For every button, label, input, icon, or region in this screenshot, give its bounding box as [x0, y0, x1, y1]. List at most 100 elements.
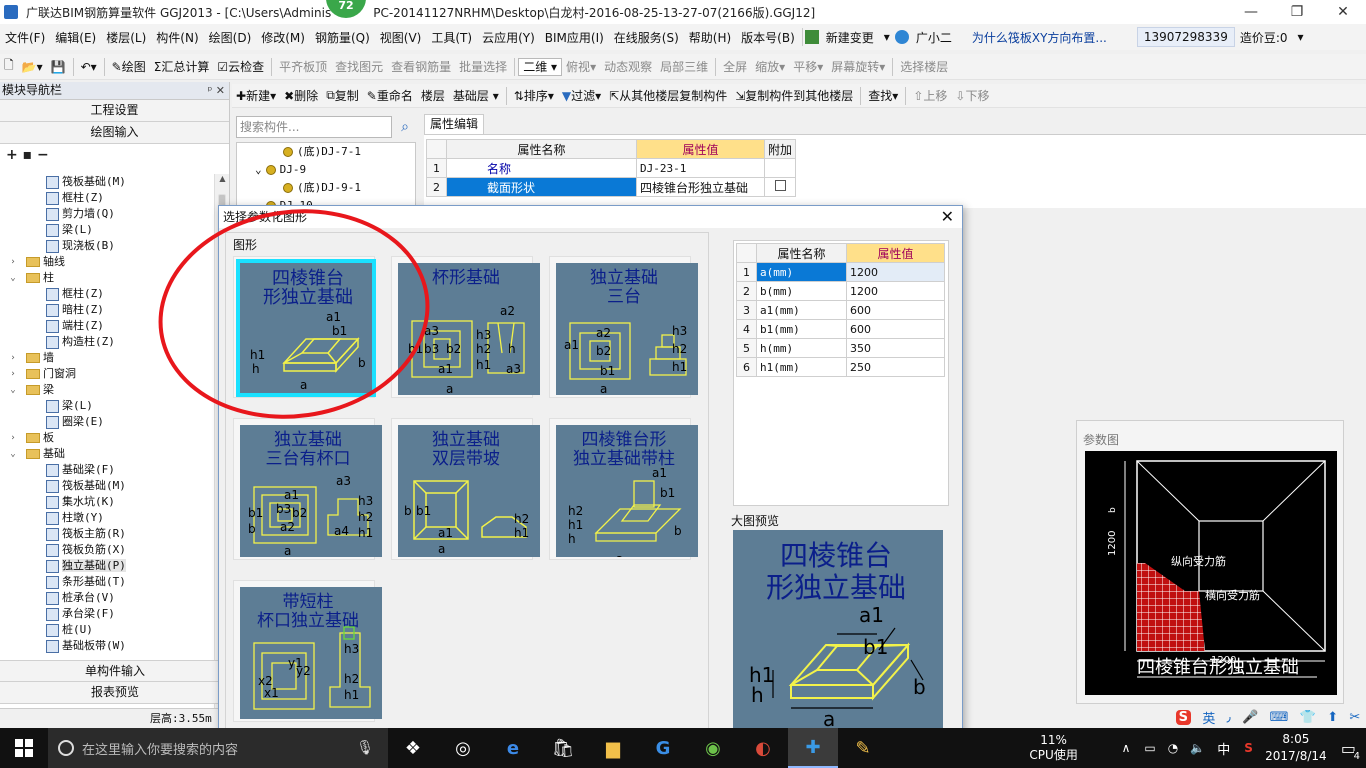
rename-button[interactable]: ✎ 重命名	[363, 87, 417, 104]
tree-item[interactable]: 筏板基础(M)	[0, 174, 214, 190]
ime-lang-icon[interactable]: 英	[1202, 708, 1215, 727]
menu-tools[interactable]: 工具(T)	[426, 29, 477, 46]
notification-center-button[interactable]: ▭ 4	[1341, 739, 1360, 762]
skin-icon[interactable]: 👕	[1300, 710, 1316, 725]
table-row[interactable]: 2 b(mm) 1200	[736, 281, 945, 301]
tools-icon[interactable]: ✂	[1349, 710, 1360, 725]
shape-option[interactable]: 带短柱 杯口独立基础 x2 x1 y1 y2 h3 h2 h1 a	[233, 580, 382, 722]
table-row[interactable]: 1 a(mm) 1200	[736, 262, 945, 282]
single-input-button[interactable]: 单构件输入	[0, 660, 230, 682]
local-3d-button[interactable]: 局部三维	[656, 58, 712, 75]
tree-item[interactable]: 承台梁(F)	[0, 606, 214, 622]
sum-calc-button[interactable]: Σ 汇总计算	[150, 58, 214, 75]
table-row[interactable]: 1 名称 DJ-23-1	[426, 158, 797, 178]
tree-folder[interactable]: › 板	[0, 430, 214, 446]
network-icon[interactable]: ▭	[1144, 741, 1155, 755]
shape-option[interactable]: 四棱锥台形 独立基础带柱 a1 b1 h2 h1 h a b	[549, 418, 698, 560]
list-item[interactable]: ⌄ DJ-9	[237, 161, 415, 179]
tree-item[interactable]: 基础梁(F)	[0, 462, 214, 478]
microphone-icon[interactable]: 🎙	[356, 740, 374, 756]
menu-cloud[interactable]: 云应用(Y)	[477, 29, 540, 46]
file-explorer-icon[interactable]: ▆	[588, 728, 638, 768]
table-row[interactable]: 6 h1(mm) 250	[736, 357, 945, 377]
cpu-usage[interactable]: 11% CPU使用	[1024, 733, 1084, 763]
batch-select-button[interactable]: 批量选择	[455, 58, 511, 75]
table-row[interactable]: 3 a1(mm) 600	[736, 300, 945, 320]
dropdown-icon[interactable]: ▾	[1293, 30, 1309, 44]
param-value[interactable]: 250	[846, 357, 945, 377]
menu-edit[interactable]: 编辑(E)	[50, 29, 101, 46]
component-search-input[interactable]: 搜索构件...	[236, 116, 392, 138]
tree-item[interactable]: 筏板主筋(R)	[0, 526, 214, 542]
table-row[interactable]: 4 b1(mm) 600	[736, 319, 945, 339]
list-item[interactable]: (底)DJ-9-1	[237, 179, 415, 197]
property-value[interactable]: DJ-23-1	[636, 158, 765, 178]
new-change-button[interactable]: 新建变更	[821, 29, 879, 46]
task-view-icon[interactable]: ❖	[388, 728, 438, 768]
drawing-input-button[interactable]: 绘图输入	[0, 122, 229, 144]
help-hint-link[interactable]: 为什么筏板XY方向布置...	[967, 29, 1117, 46]
copy-to-floor-button[interactable]: ⇲ 复制构件到其他楼层	[731, 87, 857, 104]
select-floor-button[interactable]: 选择楼层	[896, 58, 952, 75]
red-app-icon[interactable]: ◐	[738, 728, 788, 768]
tree-item[interactable]: 基础板带(W)	[0, 638, 214, 654]
dropdown-icon[interactable]: ▾	[879, 30, 895, 44]
user-account[interactable]: 13907298339	[1136, 27, 1235, 47]
zoom-button[interactable]: 缩放 ▾	[751, 58, 789, 75]
menu-view[interactable]: 视图(V)	[375, 29, 427, 46]
pan-button[interactable]: 平移 ▾	[789, 58, 827, 75]
menu-modify[interactable]: 修改(M)	[256, 29, 310, 46]
new-file-icon[interactable]: 🗋	[0, 56, 18, 77]
tree-item[interactable]: 条形基础(T)	[0, 574, 214, 590]
cloud-check-button[interactable]: ☑ 云检查	[213, 58, 268, 75]
param-value[interactable]: 350	[846, 338, 945, 358]
punctuation-icon[interactable]: ٫	[1227, 710, 1231, 725]
tree-item[interactable]: 集水坑(K)	[0, 494, 214, 510]
glodon-app-icon[interactable]: G	[638, 728, 688, 768]
property-value[interactable]: 四棱锥台形独立基础	[636, 177, 765, 197]
tree-item[interactable]: 梁(L)	[0, 398, 214, 414]
new-component-button[interactable]: ✚ 新建 ▾	[232, 87, 280, 104]
tree-item[interactable]: 筏板负筋(X)	[0, 542, 214, 558]
nav-pin-close-icons[interactable]: ᵖ ✕	[208, 82, 225, 99]
draw-button[interactable]: ✎ 绘图	[108, 58, 150, 75]
clock[interactable]: 8:05 2017/8/14	[1261, 731, 1331, 765]
tree-item[interactable]: 筏板基础(M)	[0, 478, 214, 494]
find-button[interactable]: 查找 ▾	[864, 87, 902, 104]
table-row[interactable]: 5 h(mm) 350	[736, 338, 945, 358]
maximize-button[interactable]: ❐	[1274, 0, 1320, 24]
sogou-tray-icon[interactable]: S	[1244, 741, 1253, 755]
menu-online[interactable]: 在线服务(S)	[609, 29, 684, 46]
chevron-right-icon[interactable]: ›	[8, 254, 18, 270]
undo-icon[interactable]: ↶▾	[77, 60, 101, 74]
tree-item[interactable]: 框柱(Z)	[0, 190, 214, 206]
menu-bim[interactable]: BIM应用(I)	[540, 29, 609, 46]
sogou-icon[interactable]: S	[1175, 709, 1192, 725]
keyboard-icon[interactable]: ⌨	[1270, 710, 1289, 725]
chevron-down-icon[interactable]: ⌄	[8, 270, 18, 286]
top-view-button[interactable]: 俯视 ▾	[562, 58, 600, 75]
chevron-right-icon[interactable]: ›	[8, 350, 18, 366]
microphone-icon[interactable]: 🎤	[1242, 710, 1258, 725]
open-folder-icon[interactable]: 📂▾	[18, 60, 47, 74]
menu-help[interactable]: 帮助(H)	[684, 29, 736, 46]
tree-item[interactable]: 柱墩(Y)	[0, 510, 214, 526]
tree-folder[interactable]: ⌄ 梁	[0, 382, 214, 398]
app-cortana-icon[interactable]: ◎	[438, 728, 488, 768]
screen-rotate-button[interactable]: 屏幕旋转 ▾	[827, 58, 889, 75]
menu-file[interactable]: 文件(F)	[0, 29, 50, 46]
cost-beans[interactable]: 造价豆:0	[1235, 29, 1293, 46]
expand-collapse-tools[interactable]: + ▪ −	[0, 144, 229, 168]
move-down-button[interactable]: ⇩ 下移	[951, 87, 993, 104]
menu-floor[interactable]: 楼层(L)	[101, 29, 151, 46]
minimize-button[interactable]: —	[1228, 0, 1274, 24]
report-preview-button[interactable]: 报表预览	[0, 682, 230, 704]
wifi-icon[interactable]: ◔	[1168, 741, 1178, 755]
active-app-icon[interactable]: ✚	[788, 728, 838, 768]
param-value[interactable]: 1200	[846, 262, 945, 282]
menu-component[interactable]: 构件(N)	[151, 29, 203, 46]
sort-button[interactable]: ⇅ 排序 ▾	[510, 87, 558, 104]
project-settings-button[interactable]: 工程设置	[0, 100, 229, 122]
notes-app-icon[interactable]: ✎	[838, 728, 888, 768]
extra-checkbox[interactable]	[774, 180, 786, 191]
